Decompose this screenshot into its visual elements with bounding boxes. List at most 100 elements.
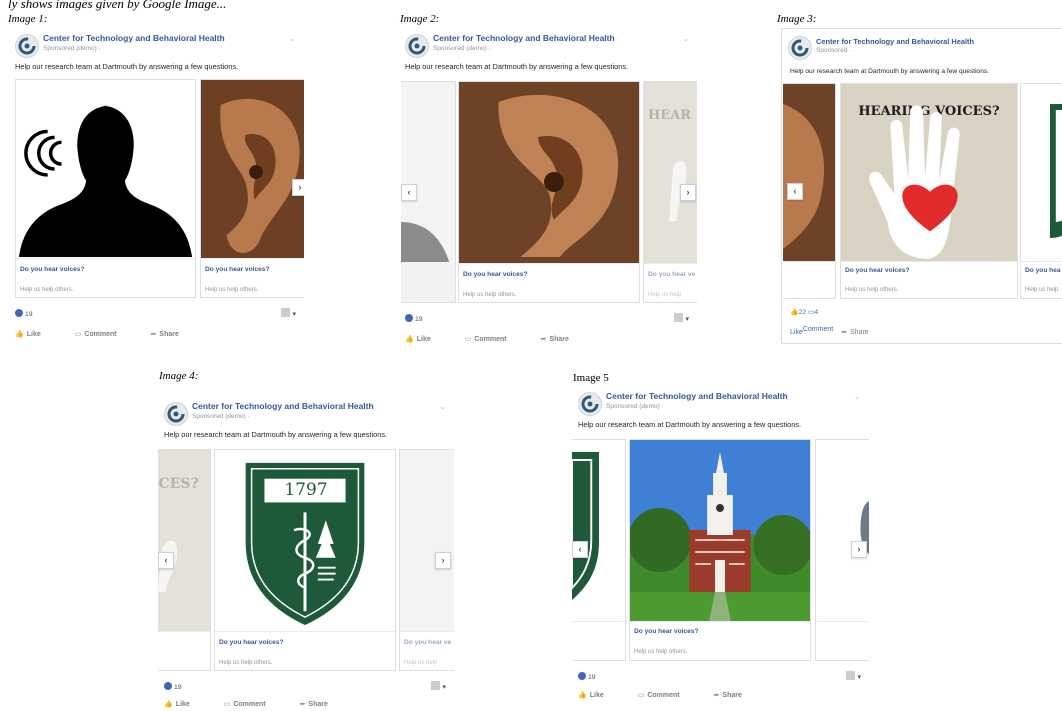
carousel-card[interactable]: Do you hear voices? Help us help others. bbox=[629, 439, 811, 661]
prev-arrow-icon[interactable]: ‹ bbox=[787, 183, 803, 200]
ad-post-4: Center for Technology and Behavioral Hea… bbox=[158, 395, 454, 711]
image-1-label: Image 1: bbox=[8, 13, 48, 25]
next-arrow-icon[interactable]: › bbox=[680, 184, 696, 201]
share-button[interactable]: ➦ Share bbox=[541, 336, 585, 343]
page-selector[interactable]: ▾ bbox=[674, 313, 689, 323]
page-avatar[interactable] bbox=[164, 402, 188, 426]
page-selector[interactable]: ▾ bbox=[281, 308, 296, 318]
reaction-count[interactable]: 👍22 ▭4 bbox=[790, 308, 818, 316]
comment-button[interactable]: ▭ Comment bbox=[224, 701, 282, 708]
sponsored-label: Sponsored (demo) · bbox=[606, 403, 664, 410]
next-arrow-icon[interactable]: › bbox=[435, 552, 451, 569]
page-avatar[interactable] bbox=[788, 36, 812, 60]
card-title[interactable]: Do you hear ve bbox=[404, 639, 451, 646]
carousel-card[interactable]: 1797 Do you hear voices? Help us help ot… bbox=[214, 449, 396, 671]
reaction-count[interactable]: 19 bbox=[15, 309, 33, 318]
prev-arrow-icon[interactable]: ‹ bbox=[572, 541, 588, 558]
card-title[interactable]: Do you hea bbox=[1025, 267, 1061, 274]
page-name-link[interactable]: Center for Technology and Behavioral Hea… bbox=[816, 37, 974, 46]
ear-image bbox=[201, 80, 304, 258]
page-name-link[interactable]: Center for Technology and Behavioral Hea… bbox=[433, 33, 615, 43]
image-3-label: Image 3: bbox=[777, 13, 817, 25]
page-selector[interactable]: ▾ bbox=[846, 671, 861, 681]
card-title[interactable]: Do you hear voices? bbox=[634, 628, 699, 635]
reaction-count[interactable]: 19 bbox=[164, 682, 182, 691]
sponsored-label: Sponsored (demo) · bbox=[192, 413, 250, 420]
image-2-label: Image 2: bbox=[400, 13, 440, 25]
like-button[interactable]: 👍 Like bbox=[405, 336, 447, 343]
carousel: HEARING VOICES? Do you hear voices? Help… bbox=[783, 83, 1062, 299]
reaction-count[interactable]: 19 bbox=[405, 314, 423, 323]
next-arrow-icon[interactable]: › bbox=[851, 541, 867, 558]
post-header: Center for Technology and Behavioral Hea… bbox=[164, 400, 448, 426]
post-options-icon[interactable]: ⌄ bbox=[854, 392, 861, 401]
page-avatar[interactable] bbox=[15, 34, 39, 58]
hearing-voices-image: HEARING VOICES? bbox=[841, 84, 1017, 261]
post-body: Help our research team at Dartmouth by a… bbox=[15, 62, 239, 71]
post-options-icon[interactable]: ⌄ bbox=[682, 34, 689, 43]
logo-icon bbox=[167, 405, 185, 423]
next-arrow-icon[interactable]: › bbox=[292, 179, 304, 196]
sponsored-label: Sponsored (demo) · bbox=[433, 45, 491, 52]
prev-arrow-icon[interactable]: ‹ bbox=[401, 184, 417, 201]
card-title[interactable]: Do you hear voices? bbox=[463, 271, 528, 278]
page-avatar[interactable] bbox=[405, 34, 429, 58]
reaction-count[interactable]: 19 bbox=[578, 672, 596, 681]
card-subtitle: Help us help others. bbox=[20, 287, 74, 293]
share-button[interactable]: ➦ Share bbox=[714, 692, 758, 699]
page-name-link[interactable]: Center for Technology and Behavioral Hea… bbox=[192, 401, 374, 411]
ad-post-5: Center for Technology and Behavioral Hea… bbox=[572, 385, 869, 707]
action-bar: 👍 Like ▭ Comment ➦ Share bbox=[164, 700, 360, 708]
logo-icon bbox=[581, 395, 599, 413]
comment-button[interactable]: Comment bbox=[803, 326, 833, 333]
post-options-icon[interactable]: ⌄ bbox=[289, 34, 296, 43]
logo-icon bbox=[791, 39, 809, 57]
card-subtitle: Help us help others. bbox=[634, 649, 688, 655]
silhouette-image-partial bbox=[816, 440, 869, 621]
image-4-label: Image 4: bbox=[159, 370, 199, 382]
dartmouth-hall-image bbox=[630, 440, 810, 621]
top-caption: ly shows images given by Google Image... bbox=[8, 0, 227, 11]
page-name-link[interactable]: Center for Technology and Behavioral Hea… bbox=[606, 391, 788, 401]
card-title[interactable]: Do you hear voices? bbox=[219, 639, 284, 646]
card-title[interactable]: Do you hear voices? bbox=[205, 266, 270, 273]
ad-post-2: Center for Technology and Behavioral Hea… bbox=[399, 27, 697, 349]
card-title[interactable]: Do you hear voices? bbox=[845, 267, 910, 274]
post-body: Help our research team at Dartmouth by a… bbox=[578, 420, 802, 429]
carousel-card[interactable]: Do you hear voices? Help us help others. bbox=[458, 81, 640, 303]
share-button[interactable]: ➦ Share bbox=[300, 701, 344, 708]
like-reaction-icon bbox=[578, 672, 586, 680]
action-bar: LikeComment ➦ Share bbox=[790, 326, 901, 336]
carousel-card[interactable]: Do you hea Help us help bbox=[1020, 83, 1062, 299]
page-selector[interactable]: ▾ bbox=[431, 681, 446, 691]
comment-button[interactable]: ▭ Comment bbox=[75, 331, 133, 338]
post-body: Help our research team at Dartmouth by a… bbox=[405, 62, 629, 71]
comment-button[interactable]: ▭ Comment bbox=[465, 336, 523, 343]
share-button[interactable]: ➦ Share bbox=[151, 331, 195, 338]
like-button[interactable]: 👍 Like bbox=[578, 692, 620, 699]
page-name-link[interactable]: Center for Technology and Behavioral Hea… bbox=[43, 33, 225, 43]
dartmouth-seal-image: 1797 bbox=[215, 450, 395, 631]
share-button[interactable]: ➦ Share bbox=[841, 329, 885, 336]
carousel-card[interactable]: Do you hear voices? Help us help others. bbox=[200, 79, 304, 298]
action-bar: 👍 Like ▭ Comment ➦ Share bbox=[405, 335, 601, 343]
carousel: Do you hear voices? Help us help others.… bbox=[15, 79, 304, 298]
card-title[interactable]: Do you hear ve bbox=[648, 271, 695, 278]
prev-arrow-icon[interactable]: ‹ bbox=[158, 552, 174, 569]
ear-image bbox=[459, 82, 639, 263]
like-button[interactable]: Like bbox=[790, 329, 803, 336]
card-subtitle: Help us help others. bbox=[205, 287, 259, 293]
card-subtitle: Help us help bbox=[648, 292, 682, 298]
carousel-card[interactable]: Do you hear voices? Help us help others. bbox=[15, 79, 196, 298]
carousel-card[interactable]: HEARING VOICES? Do you hear voices? Help… bbox=[840, 83, 1018, 299]
page-avatar[interactable] bbox=[578, 392, 602, 416]
comment-button[interactable]: ▭ Comment bbox=[638, 692, 696, 699]
like-button[interactable]: 👍 Like bbox=[164, 701, 206, 708]
seal-year: 1797 bbox=[284, 480, 328, 500]
carousel: ICES? 1797 Do you hear voi bbox=[158, 449, 454, 671]
hearing-voices-image-partial: ICES? bbox=[158, 450, 210, 631]
post-header: Center for Technology and Behavioral Hea… bbox=[788, 34, 1062, 60]
like-button[interactable]: 👍 Like bbox=[15, 331, 57, 338]
card-title[interactable]: Do you hear voices? bbox=[20, 266, 85, 273]
post-options-icon[interactable]: ⌄ bbox=[439, 402, 446, 411]
